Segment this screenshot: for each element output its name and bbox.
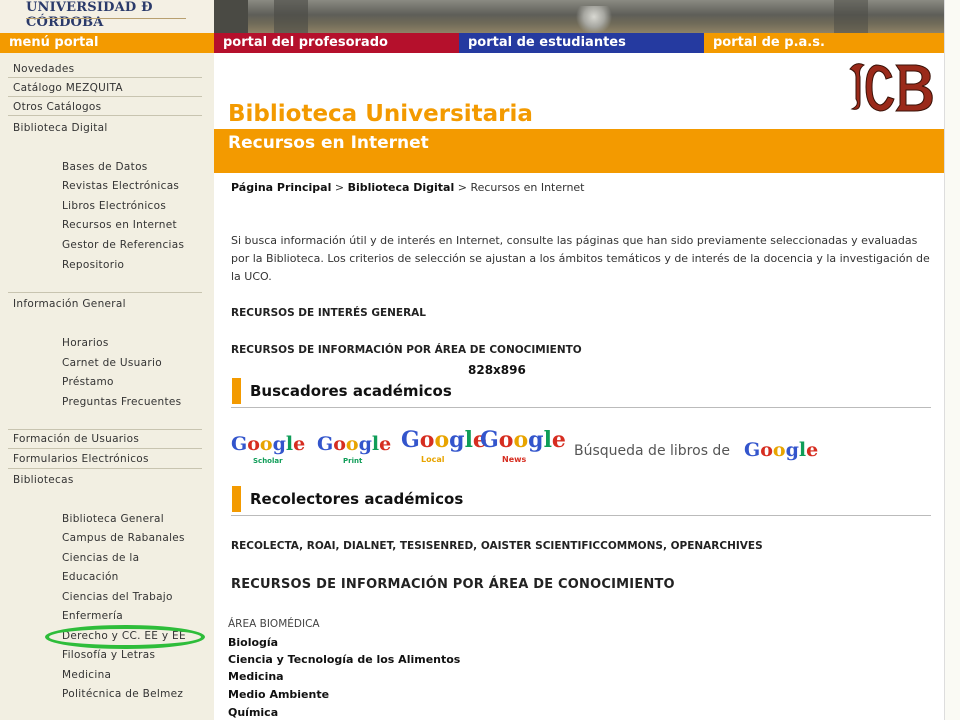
top-header: UNIVERSIDAD Ð CÓRDOBA — [0, 0, 960, 33]
sidebar-subitem-bases-de-datos[interactable]: Bases de Datos — [62, 161, 148, 173]
menu-portal-tab[interactable]: menú portal — [0, 33, 214, 53]
size-label: 828x896 — [468, 363, 526, 377]
google-scholar-sub: Scholar — [253, 457, 283, 465]
breadcrumb-separator: > — [454, 181, 471, 194]
sidebar-subitem-ciencias-educacion[interactable]: Ciencias de la — [62, 552, 139, 564]
sidebar-item-formacion-usuarios[interactable]: Formación de Usuarios — [13, 433, 139, 445]
banner-arch — [214, 0, 248, 33]
divider — [8, 468, 202, 469]
portal-profesorado-tab[interactable]: portal del profesorado — [214, 33, 459, 53]
sidebar-subitem-horarios[interactable]: Horarios — [62, 337, 109, 349]
section-title: Recursos en Internet — [228, 133, 429, 153]
subject-link-quimica[interactable]: Química — [228, 706, 278, 719]
portal-bar: menú portal portal del profesorado porta… — [0, 33, 944, 53]
google-scholar-logo[interactable]: Google Scholar — [231, 433, 305, 465]
google-local-logo[interactable]: Google Local — [401, 427, 487, 464]
portal-estudiantes-tab[interactable]: portal de estudiantes — [459, 33, 704, 53]
sidebar-subitem-biblioteca-general[interactable]: Biblioteca General — [62, 513, 164, 525]
breadcrumb: Página Principal > Biblioteca Digital > … — [231, 181, 585, 194]
google-print-logo[interactable]: Google Print — [317, 433, 391, 465]
breadcrumb-home-link[interactable]: Página Principal — [231, 181, 331, 194]
banner-arch — [274, 0, 308, 33]
section-band: Recursos en Internet — [214, 129, 944, 173]
google-local-sub: Local — [421, 455, 445, 464]
logo-underline — [26, 18, 186, 19]
divider — [8, 292, 202, 293]
breadcrumb-separator: > — [331, 181, 348, 194]
sidebar-subitem-libros[interactable]: Libros Electrónicos — [62, 200, 166, 212]
google-books-link-text[interactable]: Búsqueda de libros de — [574, 443, 730, 459]
divider — [8, 429, 202, 430]
breadcrumb-digital-link[interactable]: Biblioteca Digital — [348, 181, 455, 194]
buscadores-heading: Buscadores académicos — [231, 377, 931, 408]
sidebar-item-otros-catalogos[interactable]: Otros Catálogos — [13, 101, 101, 113]
sidebar-subitem-politecnica-belmez[interactable]: Politécnica de Belmez — [62, 688, 183, 700]
divider — [8, 115, 202, 116]
area-biomedica-label: ÁREA BIOMÉDICA — [228, 618, 320, 630]
breadcrumb-current: Recursos en Internet — [470, 181, 585, 194]
right-scroll-area — [944, 0, 960, 720]
banner-fountain — [574, 6, 614, 33]
sidebar-item-formularios[interactable]: Formularios Electrónicos — [13, 453, 149, 465]
google-books-logo[interactable]: Google — [744, 439, 818, 461]
university-name: UNIVERSIDAD Ð CÓRDOBA — [26, 0, 153, 30]
uco-logo[interactable]: UNIVERSIDAD Ð CÓRDOBA — [0, 0, 214, 33]
heading-accent-bar — [232, 378, 241, 404]
sidebar-subitem-rabanales[interactable]: Campus de Rabanales — [62, 532, 185, 544]
subject-link-medio-ambiente[interactable]: Medio Ambiente — [228, 688, 329, 701]
google-news-sub: News — [502, 455, 527, 464]
sidebar-item-catalogo-mezquita[interactable]: Catálogo MEZQUITA — [13, 82, 123, 94]
link-recursos-area-conocimiento[interactable]: RECURSOS DE INFORMACIÓN POR ÁREA DE CONO… — [231, 344, 582, 356]
intro-paragraph: Si busca información útil y de interés e… — [231, 234, 930, 283]
google-news-logo[interactable]: Google News — [480, 427, 566, 464]
sidebar-item-novedades[interactable]: Novedades — [13, 63, 74, 75]
sidebar-subitem-enfermeria[interactable]: Enfermería — [62, 610, 123, 622]
subject-link-medicina[interactable]: Medicina — [228, 670, 284, 683]
sidebar-item-bibliotecas[interactable]: Bibliotecas — [13, 474, 74, 486]
biblioteca-bub-logo[interactable] — [846, 59, 938, 115]
sidebar-subitem-ciencias-trabajo[interactable]: Ciencias del Trabajo — [62, 591, 173, 603]
google-print-sub: Print — [343, 457, 363, 465]
recolectores-heading: Recolectores académicos — [231, 485, 931, 516]
sidebar-subitem-repositorio[interactable]: Repositorio — [62, 259, 124, 271]
sidebar-subitem-medicina[interactable]: Medicina — [62, 669, 111, 681]
heading-accent-bar — [232, 486, 241, 512]
sidebar-subitem-recursos-internet[interactable]: Recursos en Internet — [62, 219, 177, 231]
google-tools-row: Google Scholar Google Print Google Local… — [231, 425, 931, 469]
subject-link-biologia[interactable]: Biología — [228, 636, 278, 649]
sidebar-item-biblioteca-digital[interactable]: Biblioteca Digital — [13, 122, 108, 134]
sidebar-subitem-carnet[interactable]: Carnet de Usuario — [62, 357, 162, 369]
divider — [8, 96, 202, 97]
sidebar-subitem-prestamo[interactable]: Préstamo — [62, 376, 114, 388]
sidebar-item-informacion-general[interactable]: Información General — [13, 298, 126, 310]
recolectores-heading-text: Recolectores académicos — [250, 490, 464, 508]
buscadores-heading-text: Buscadores académicos — [250, 382, 452, 400]
divider — [8, 448, 202, 449]
sidebar-subitem-derecho[interactable]: Derecho y CC. EE y EE — [62, 630, 186, 642]
sidebar-menu: Novedades Catálogo MEZQUITA Otros Catálo… — [0, 53, 214, 720]
sidebar-subitem-revistas[interactable]: Revistas Electrónicas — [62, 180, 179, 192]
divider — [8, 77, 202, 78]
main-content: Biblioteca Universitaria Recursos en Int… — [214, 53, 944, 720]
sidebar-subitem-ciencias-educacion-cont[interactable]: Educación — [62, 571, 119, 583]
sidebar-subitem-preguntas[interactable]: Preguntas Frecuentes — [62, 396, 181, 408]
sidebar-subitem-gestor-referencias[interactable]: Gestor de Referencias — [62, 239, 184, 251]
subject-link-ciencia-tecnologia-alimentos[interactable]: Ciencia y Tecnología de los Alimentos — [228, 653, 460, 666]
link-recursos-interes-general[interactable]: RECURSOS DE INTERÉS GENERAL — [231, 307, 426, 319]
campus-banner-photo — [214, 0, 944, 33]
sidebar-subitem-filosofia[interactable]: Filosofía y Letras — [62, 649, 155, 661]
recolectores-links[interactable]: RECOLECTA, ROAI, DIALNET, TESISENRED, OA… — [231, 540, 763, 552]
area-section-title: RECURSOS DE INFORMACIÓN POR ÁREA DE CONO… — [231, 577, 675, 592]
page-title: Biblioteca Universitaria — [228, 101, 533, 127]
banner-arch — [834, 0, 868, 33]
portal-pas-tab[interactable]: portal de p.a.s. — [704, 33, 944, 53]
